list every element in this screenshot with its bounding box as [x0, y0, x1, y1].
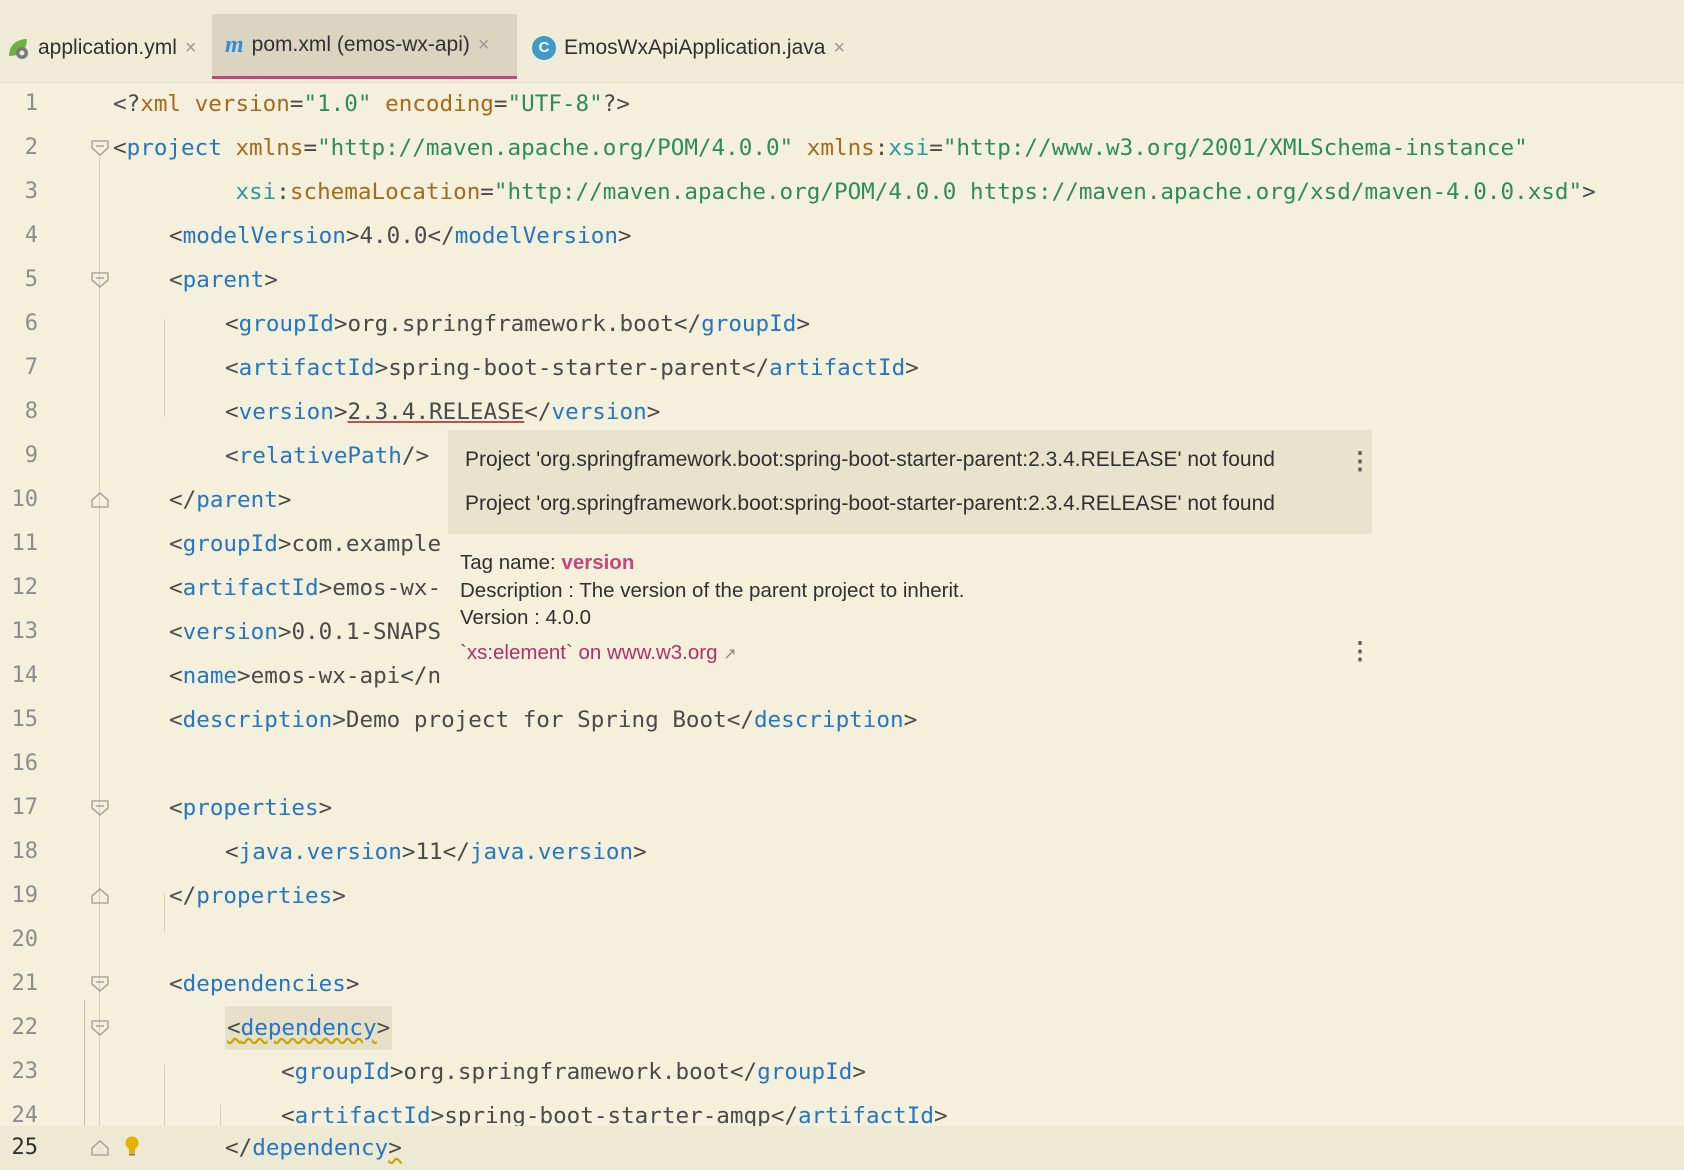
line-number: 18	[11, 839, 39, 864]
line-number: 12	[11, 575, 39, 600]
code-line: 7 <artifactId>spring-boot-starter-parent…	[0, 346, 1684, 390]
hover-tooltip: Project 'org.springframework.boot:spring…	[448, 430, 1372, 665]
code-line: 15 <description>Demo project for Spring …	[0, 698, 1684, 742]
fold-icon[interactable]	[91, 1020, 109, 1036]
code-line: 5 <parent>	[0, 258, 1684, 302]
code-text: <artifactId>emos-wx-	[169, 575, 442, 601]
line-number: 9	[24, 443, 38, 468]
spring-yaml-icon	[6, 36, 30, 60]
code-line: 6 <groupId>org.springframework.boot</gro…	[0, 302, 1684, 346]
fold-icon[interactable]	[91, 272, 109, 288]
line-number: 25	[11, 1135, 39, 1160]
tab-label: application.yml	[38, 36, 177, 59]
code-text: </parent>	[169, 487, 292, 513]
code-text: </dependency>	[225, 1135, 402, 1161]
doc-version: Version : 4.0.0	[460, 606, 592, 629]
tab-pom-xml[interactable]: m pom.xml (emos-wx-api) ×	[212, 14, 517, 79]
code-line: 8 <version>2.3.4.RELEASE</version>	[0, 390, 1684, 434]
line-number: 10	[11, 487, 39, 512]
line-number: 20	[11, 927, 39, 952]
line-number: 3	[24, 179, 38, 204]
problem-panel: Project 'org.springframework.boot:spring…	[448, 430, 1372, 534]
external-link-icon: ↗	[723, 646, 737, 663]
line-number: 22	[11, 1015, 39, 1040]
doc-tag-name: Tag name: version	[460, 551, 635, 574]
code-line: 4 <modelVersion>4.0.0</modelVersion>	[0, 214, 1684, 258]
lightbulb-icon[interactable]	[124, 1136, 140, 1156]
code-line: 21 <dependencies>	[0, 962, 1684, 1006]
code-text: <?xml version="1.0" encoding="UTF-8"?>	[113, 91, 630, 117]
tab-label: EmosWxApiApplication.java	[564, 36, 826, 59]
code-text: <groupId>com.example	[169, 531, 442, 557]
code-text: <artifactId>spring-boot-starter-parent</…	[225, 355, 919, 381]
line-number: 17	[11, 795, 39, 820]
code-text: <name>emos-wx-api</n	[169, 663, 442, 689]
tab-label: pom.xml (emos-wx-api)	[251, 33, 470, 56]
code-line: 16	[0, 742, 1684, 786]
problem-message: Project 'org.springframework.boot:spring…	[465, 448, 1275, 471]
line-number: 13	[11, 619, 39, 644]
code-text: <java.version>11</java.version>	[225, 839, 647, 865]
fold-end-icon[interactable]	[91, 888, 109, 904]
fold-end-icon[interactable]	[91, 1140, 109, 1156]
code-text: <dependencies>	[169, 971, 360, 997]
fold-icon[interactable]	[91, 800, 109, 816]
code-text: <groupId>org.springframework.boot</group…	[225, 311, 810, 337]
code-line: 22 <dependency>	[0, 1006, 1684, 1050]
code-line: 3 xsi:schemaLocation="http://maven.apach…	[0, 170, 1684, 214]
line-number: 21	[11, 971, 39, 996]
code-text: <modelVersion>4.0.0</modelVersion>	[169, 223, 632, 249]
code-text: <parent>	[169, 267, 278, 293]
line-number: 19	[11, 883, 39, 908]
code-text: <groupId>org.springframework.boot</group…	[281, 1059, 866, 1085]
more-options-icon[interactable]: ⋮	[1348, 450, 1372, 474]
line-number: 5	[24, 267, 38, 292]
code-text: <description>Demo project for Spring Boo…	[169, 707, 918, 733]
code-text: <relativePath/>	[225, 443, 430, 469]
fold-icon[interactable]	[91, 140, 109, 156]
code-line: 23 <groupId>org.springframework.boot</gr…	[0, 1050, 1684, 1094]
close-icon[interactable]: ×	[833, 37, 845, 60]
code-line: 2 <project xmlns="http://maven.apache.or…	[0, 126, 1684, 170]
code-line: 17 <properties>	[0, 786, 1684, 830]
line-number: 1	[24, 91, 38, 116]
java-class-icon: C	[532, 36, 556, 60]
line-number: 14	[11, 663, 39, 688]
code-line: 1 <?xml version="1.0" encoding="UTF-8"?>	[0, 82, 1684, 126]
line-number: 8	[24, 399, 38, 424]
tab-emoswxapiapplication-java[interactable]: C EmosWxApiApplication.java ×	[532, 14, 862, 82]
problem-message: Project 'org.springframework.boot:spring…	[465, 492, 1275, 515]
code-line-current: 25 </dependency>	[0, 1126, 1684, 1170]
line-number: 6	[24, 311, 38, 336]
maven-icon: m	[225, 31, 244, 58]
line-number: 7	[24, 355, 38, 380]
code-text: <version>0.0.1-SNAPS	[169, 619, 442, 645]
fold-end-icon[interactable]	[91, 492, 109, 508]
line-number: 23	[11, 1059, 39, 1084]
code-text: <properties>	[169, 795, 333, 821]
doc-description: Description : The version of the parent …	[460, 579, 965, 602]
line-number: 4	[24, 223, 38, 248]
code-line: 18 <java.version>11</java.version>	[0, 830, 1684, 874]
line-number: 2	[24, 135, 38, 160]
close-icon[interactable]: ×	[185, 37, 197, 60]
more-options-icon[interactable]: ⋮	[1348, 640, 1372, 664]
code-text: xsi:schemaLocation="http://maven.apache.…	[235, 179, 1596, 205]
code-line: 19 </properties>	[0, 874, 1684, 918]
doc-link[interactable]: `xs:element` on www.w3.org ↗	[460, 641, 737, 665]
line-number: 11	[11, 531, 39, 556]
code-line: 20	[0, 918, 1684, 962]
line-number: 16	[11, 751, 39, 776]
code-text: <dependency>	[225, 1006, 393, 1050]
code-text: <project xmlns="http://maven.apache.org/…	[113, 135, 1528, 161]
close-icon[interactable]: ×	[478, 34, 490, 57]
tab-application-yml[interactable]: application.yml ×	[0, 14, 204, 82]
title-strip	[0, 0, 1684, 14]
code-text: </properties>	[169, 883, 346, 909]
code-text: <version>2.3.4.RELEASE</version>	[225, 399, 661, 425]
fold-icon[interactable]	[91, 976, 109, 992]
editor-tab-bar: application.yml × m pom.xml (emos-wx-api…	[0, 14, 1684, 83]
line-number: 15	[11, 707, 39, 732]
error-version-value: 2.3.4.RELEASE	[347, 399, 525, 425]
